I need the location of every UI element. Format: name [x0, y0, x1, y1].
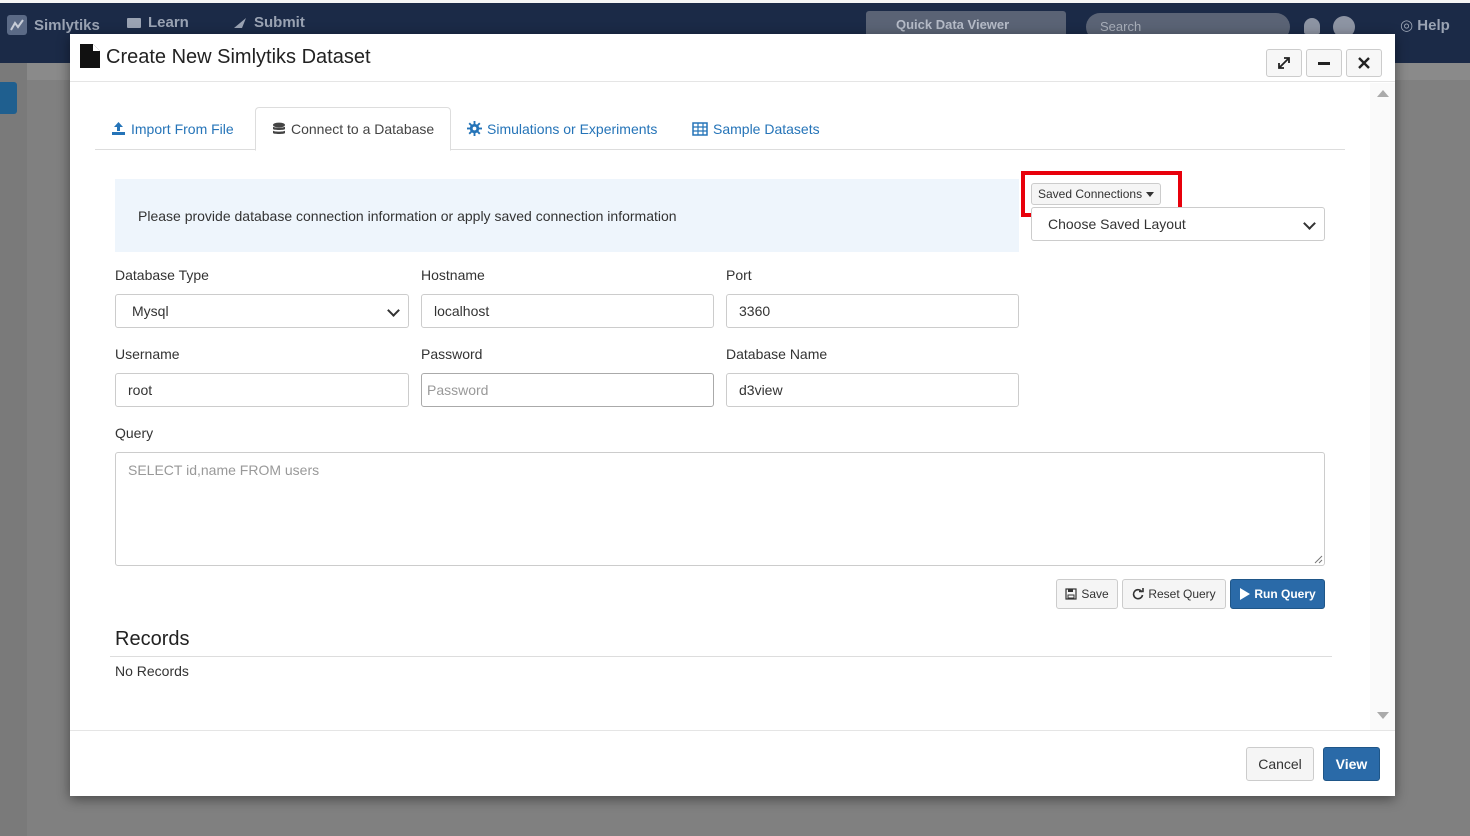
save-query-button[interactable]: Save: [1056, 579, 1118, 609]
lifebuoy-icon: ◎: [1400, 17, 1414, 34]
view-button[interactable]: View: [1323, 747, 1380, 781]
username-label: Username: [115, 346, 180, 362]
saved-layout-select[interactable]: Choose Saved Layout: [1031, 207, 1325, 241]
scroll-up-icon[interactable]: [1377, 90, 1389, 97]
database-icon: [273, 122, 285, 134]
floppy-icon: [1065, 588, 1077, 600]
hostname-label: Hostname: [421, 267, 485, 283]
tab-label: Simulations or Experiments: [487, 120, 658, 137]
app-brand[interactable]: Simlytiks: [6, 14, 100, 36]
close-icon: [1358, 57, 1370, 69]
modal-title: Create New Simlytiks Dataset: [106, 46, 371, 68]
tab-label: Sample Datasets: [713, 120, 820, 137]
info-alert: Please provide database connection infor…: [115, 179, 1019, 252]
modal-scrollbar[interactable]: [1370, 83, 1395, 730]
password-label: Password: [421, 346, 483, 362]
modal-footer: Cancel View: [70, 730, 1395, 796]
expand-icon: [1278, 57, 1290, 69]
maximize-button[interactable]: [1266, 49, 1302, 77]
brand-logo-icon: [7, 15, 27, 35]
records-empty-text: No Records: [115, 663, 189, 679]
nav-learn-label: Learn: [148, 14, 189, 31]
sidebar-toggle-button[interactable]: [0, 82, 17, 114]
tab-import-from-file[interactable]: Import From File: [95, 107, 250, 150]
save-query-label: Save: [1081, 587, 1109, 601]
database-type-select[interactable]: Mysql: [115, 294, 409, 328]
records-heading: Records: [115, 628, 190, 650]
help-link[interactable]: ◎ Help: [1400, 16, 1450, 34]
nav-submit-label: Submit: [254, 14, 305, 31]
run-query-label: Run Query: [1254, 587, 1316, 601]
saved-layout-value: Choose Saved Layout: [1048, 216, 1186, 232]
create-dataset-modal: Create New Simlytiks Dataset Import From…: [70, 34, 1395, 796]
caret-down-icon: [1146, 191, 1155, 197]
port-input[interactable]: [726, 294, 1019, 328]
modal-body: Import From File Connect to a Database S…: [70, 83, 1370, 730]
tab-sample-datasets[interactable]: Sample Datasets: [676, 107, 836, 150]
tab-label: Connect to a Database: [291, 121, 435, 137]
port-label: Port: [726, 267, 752, 283]
table-icon: [692, 121, 708, 136]
database-type-label: Database Type: [115, 267, 209, 283]
saved-connections-dropdown[interactable]: Saved Connections: [1031, 183, 1162, 205]
reset-query-button[interactable]: Reset Query: [1122, 579, 1226, 609]
saved-connections-label: Saved Connections: [1038, 187, 1143, 201]
minimize-button[interactable]: [1306, 49, 1342, 77]
records-divider: [110, 656, 1332, 657]
scroll-down-icon[interactable]: [1377, 712, 1389, 719]
run-query-button[interactable]: Run Query: [1230, 579, 1325, 609]
username-input[interactable]: [115, 373, 409, 407]
database-type-value: Mysql: [132, 303, 169, 319]
minus-icon: [1318, 62, 1330, 65]
nav-brand-label: Simlytiks: [34, 16, 100, 34]
play-icon: [1240, 588, 1251, 600]
reset-query-label: Reset Query: [1148, 587, 1216, 601]
app-sidebar: [0, 63, 27, 836]
dataset-source-tabs: Import From File Connect to a Database S…: [95, 107, 1345, 151]
upload-icon: [112, 122, 125, 135]
tab-connect-to-database[interactable]: Connect to a Database: [255, 107, 452, 151]
bell-icon[interactable]: [1304, 18, 1320, 34]
query-textarea[interactable]: [115, 452, 1325, 566]
resize-grip-icon[interactable]: [1313, 554, 1323, 564]
cancel-button[interactable]: Cancel: [1246, 747, 1314, 781]
refresh-icon: [1133, 588, 1145, 600]
help-label: Help: [1417, 17, 1450, 34]
gear-icon: [467, 121, 482, 136]
file-icon: [80, 44, 100, 68]
database-name-input[interactable]: [726, 373, 1019, 407]
tab-simulations-or-experiments[interactable]: Simulations or Experiments: [451, 107, 673, 150]
password-input[interactable]: [421, 373, 714, 407]
close-button[interactable]: [1346, 49, 1382, 77]
database-name-label: Database Name: [726, 346, 828, 362]
nav-submit[interactable]: Submit: [232, 14, 305, 31]
info-alert-text: Please provide database connection infor…: [138, 208, 677, 224]
chevron-down-icon: [387, 304, 400, 317]
tab-label: Import From File: [131, 120, 234, 137]
book-icon: [127, 17, 141, 28]
rocket-icon: [234, 17, 246, 28]
chevron-down-icon: [1303, 217, 1316, 230]
nav-learn[interactable]: Learn: [126, 14, 189, 31]
hostname-input[interactable]: [421, 294, 714, 328]
query-label: Query: [115, 425, 154, 441]
modal-header: Create New Simlytiks Dataset: [70, 34, 1395, 82]
